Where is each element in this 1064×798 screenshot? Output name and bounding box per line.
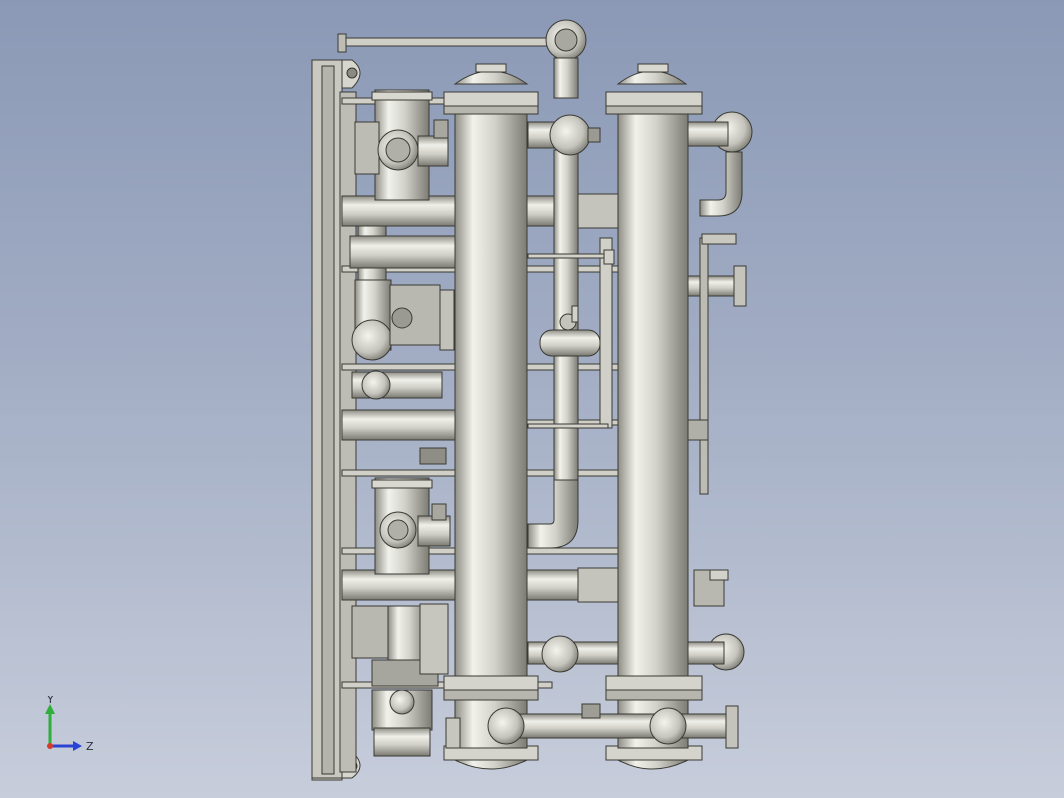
small-vessel-lower (371, 477, 451, 575)
z-axis-label: Z (86, 740, 94, 753)
orientation-triad: Y Z (45, 696, 94, 753)
small-vessel-upper (354, 89, 449, 201)
central-riser-pipe (527, 19, 601, 549)
column-vessel-1 (443, 63, 539, 770)
x-axis-dot (47, 743, 53, 749)
y-axis-label: Y (46, 696, 54, 706)
cad-viewport[interactable]: Y Z (0, 0, 1064, 798)
equipment-assembly-model[interactable] (0, 0, 1064, 798)
top-rail (339, 37, 551, 47)
